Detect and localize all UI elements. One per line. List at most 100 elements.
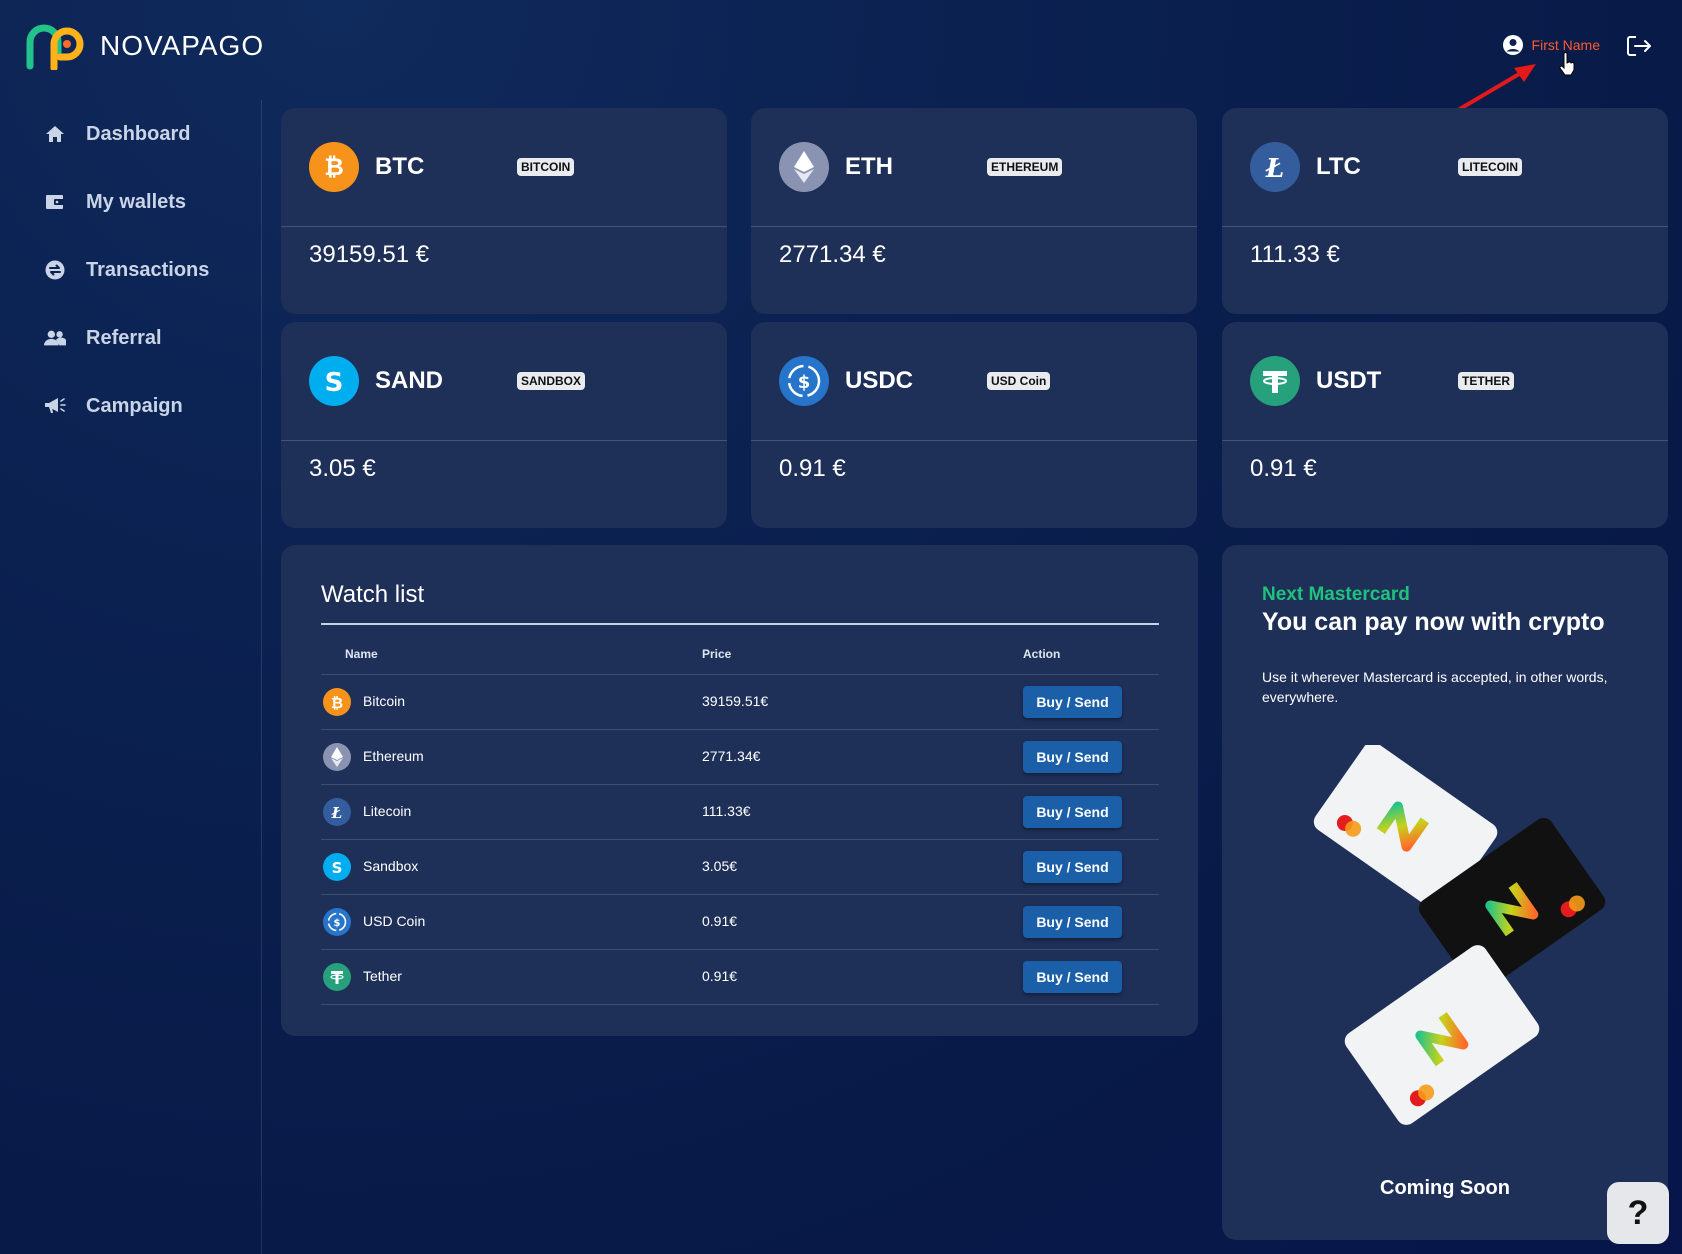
- table-row: S Sandbox 3.05€ Buy / Send: [321, 840, 1159, 895]
- table-row: $ USD Coin 0.91€ Buy / Send: [321, 895, 1159, 950]
- sidebar-item-campaign[interactable]: Campaign: [0, 372, 261, 440]
- coin-name: Sandbox: [363, 858, 419, 874]
- coin-price: 0.91 €: [1250, 455, 1317, 482]
- buy-send-button[interactable]: Buy / Send: [1023, 686, 1122, 718]
- help-button[interactable]: ?: [1607, 1182, 1669, 1244]
- sidebar-item-transactions[interactable]: Transactions: [0, 236, 261, 304]
- sandbox-icon: S: [323, 853, 351, 881]
- svg-text:S: S: [332, 859, 343, 876]
- coin-price: 3.05€: [702, 858, 738, 874]
- sidebar: Dashboard My wallets Transactions Referr…: [0, 100, 262, 1254]
- bitcoin-icon: ₿: [323, 688, 351, 716]
- svg-text:Ł: Ł: [331, 804, 343, 821]
- coin-name: Ethereum: [363, 748, 424, 764]
- coin-price: 111.33€: [702, 803, 751, 819]
- buy-send-button[interactable]: Buy / Send: [1023, 906, 1122, 938]
- megaphone-icon: [44, 395, 66, 417]
- coin-symbol: USDT: [1316, 367, 1382, 394]
- user-menu[interactable]: First Name: [1502, 34, 1600, 56]
- coin-card-btc[interactable]: ₿ BTC BITCOIN 39159.51 €: [281, 108, 727, 314]
- bitcoin-icon: ₿: [309, 142, 359, 192]
- coin-tag: BITCOIN: [517, 158, 575, 176]
- coin-name: USD Coin: [363, 913, 426, 929]
- coin-price: 0.91 €: [779, 455, 846, 482]
- buy-send-button[interactable]: Buy / Send: [1023, 961, 1122, 993]
- sidebar-item-label: Dashboard: [86, 122, 191, 145]
- novapago-logo-icon: [26, 24, 84, 70]
- tether-icon: [1250, 356, 1300, 406]
- coin-price: 3.05 €: [309, 455, 376, 482]
- sidebar-item-my-wallets[interactable]: My wallets: [0, 168, 261, 236]
- coin-card-usdc[interactable]: $ USDC USD Coin 0.91 €: [751, 322, 1197, 528]
- logout-icon[interactable]: [1626, 34, 1652, 58]
- coin-tag: LITECOIN: [1458, 158, 1522, 176]
- exchange-icon: [44, 259, 66, 281]
- coin-price: 111.33 €: [1250, 241, 1340, 268]
- mastercard-promo-panel: Next Mastercard You can pay now with cry…: [1222, 545, 1668, 1240]
- coin-price: 2771.34€: [702, 748, 761, 764]
- coin-symbol: SAND: [375, 367, 444, 394]
- usd-coin-icon: $: [779, 356, 829, 406]
- sandbox-icon: S: [309, 356, 359, 406]
- coin-tag: TETHER: [1458, 372, 1514, 390]
- brand-logo[interactable]: NOVAPAGO: [26, 22, 264, 70]
- ethereum-icon: [779, 142, 829, 192]
- user-name-link[interactable]: First Name: [1532, 37, 1600, 53]
- brand-name: NOVAPAGO: [100, 30, 265, 61]
- svg-text:₿: ₿: [331, 694, 343, 711]
- tether-icon: [323, 963, 351, 991]
- coin-card-usdt[interactable]: USDT TETHER 0.91 €: [1222, 322, 1668, 528]
- coin-price: 0.91€: [702, 968, 738, 984]
- buy-send-button[interactable]: Buy / Send: [1023, 851, 1122, 883]
- users-icon: [44, 327, 66, 349]
- coin-price: 2771.34 €: [779, 241, 886, 268]
- watch-list-title: Watch list: [321, 581, 425, 608]
- coin-card-eth[interactable]: ETH ETHEREUM 2771.34 €: [751, 108, 1197, 314]
- coming-soon-label: Coming Soon: [1380, 1177, 1510, 1199]
- column-header-price: Price: [702, 647, 732, 661]
- promo-subtitle: Use it wherever Mastercard is accepted, …: [1262, 669, 1608, 705]
- coin-symbol: USDC: [845, 367, 914, 394]
- sidebar-item-label: Transactions: [86, 258, 210, 281]
- coin-symbol: ETH: [845, 153, 893, 180]
- coin-symbol: LTC: [1316, 153, 1361, 180]
- sidebar-item-label: Campaign: [86, 394, 183, 417]
- table-row: Tether 0.91€ Buy / Send: [321, 950, 1159, 1005]
- coin-name: Litecoin: [363, 803, 412, 819]
- coin-symbol: BTC: [375, 153, 425, 180]
- svg-text:S: S: [325, 368, 344, 396]
- ethereum-icon: [323, 743, 351, 771]
- buy-send-button[interactable]: Buy / Send: [1023, 741, 1122, 773]
- litecoin-icon: Ł: [1250, 142, 1300, 192]
- sidebar-item-label: My wallets: [86, 190, 187, 213]
- coin-tag: ETHEREUM: [987, 158, 1063, 176]
- column-header-action: Action: [1023, 647, 1061, 661]
- divider: [321, 623, 1159, 625]
- svg-text:$: $: [798, 372, 811, 393]
- buy-send-button[interactable]: Buy / Send: [1023, 796, 1122, 828]
- coin-card-ltc[interactable]: Ł LTC LITECOIN 111.33 €: [1222, 108, 1668, 314]
- home-icon: [44, 123, 66, 145]
- table-row: Ethereum 2771.34€ Buy / Send: [321, 730, 1159, 785]
- hand-cursor-icon: [1559, 52, 1575, 76]
- coin-price: 39159.51€: [702, 693, 769, 709]
- coin-tag: SANDBOX: [517, 372, 586, 390]
- column-header-name: Name: [345, 647, 378, 661]
- svg-text:₿: ₿: [324, 153, 344, 181]
- coin-name: Tether: [363, 968, 402, 984]
- coin-tag: USD Coin: [987, 372, 1051, 390]
- prepaid-cards-image: [1313, 745, 1606, 1125]
- table-row: Ł Litecoin 111.33€ Buy / Send: [321, 785, 1159, 840]
- sidebar-item-dashboard[interactable]: Dashboard: [0, 100, 261, 168]
- sidebar-item-referral[interactable]: Referral: [0, 304, 261, 372]
- coin-card-sand[interactable]: S SAND SANDBOX 3.05 €: [281, 322, 727, 528]
- promo-title: You can pay now with crypto: [1262, 608, 1605, 636]
- litecoin-icon: Ł: [323, 798, 351, 826]
- coin-name: Bitcoin: [363, 693, 406, 709]
- sidebar-item-label: Referral: [86, 326, 162, 349]
- wallet-icon: [44, 191, 66, 213]
- coin-price: 0.91€: [702, 913, 738, 929]
- watch-list-panel: Watch list Name Price Action ₿ Bitcoin 3…: [281, 545, 1198, 1036]
- svg-text:Ł: Ł: [1265, 154, 1284, 182]
- table-row: ₿ Bitcoin 39159.51€ Buy / Send: [321, 675, 1159, 730]
